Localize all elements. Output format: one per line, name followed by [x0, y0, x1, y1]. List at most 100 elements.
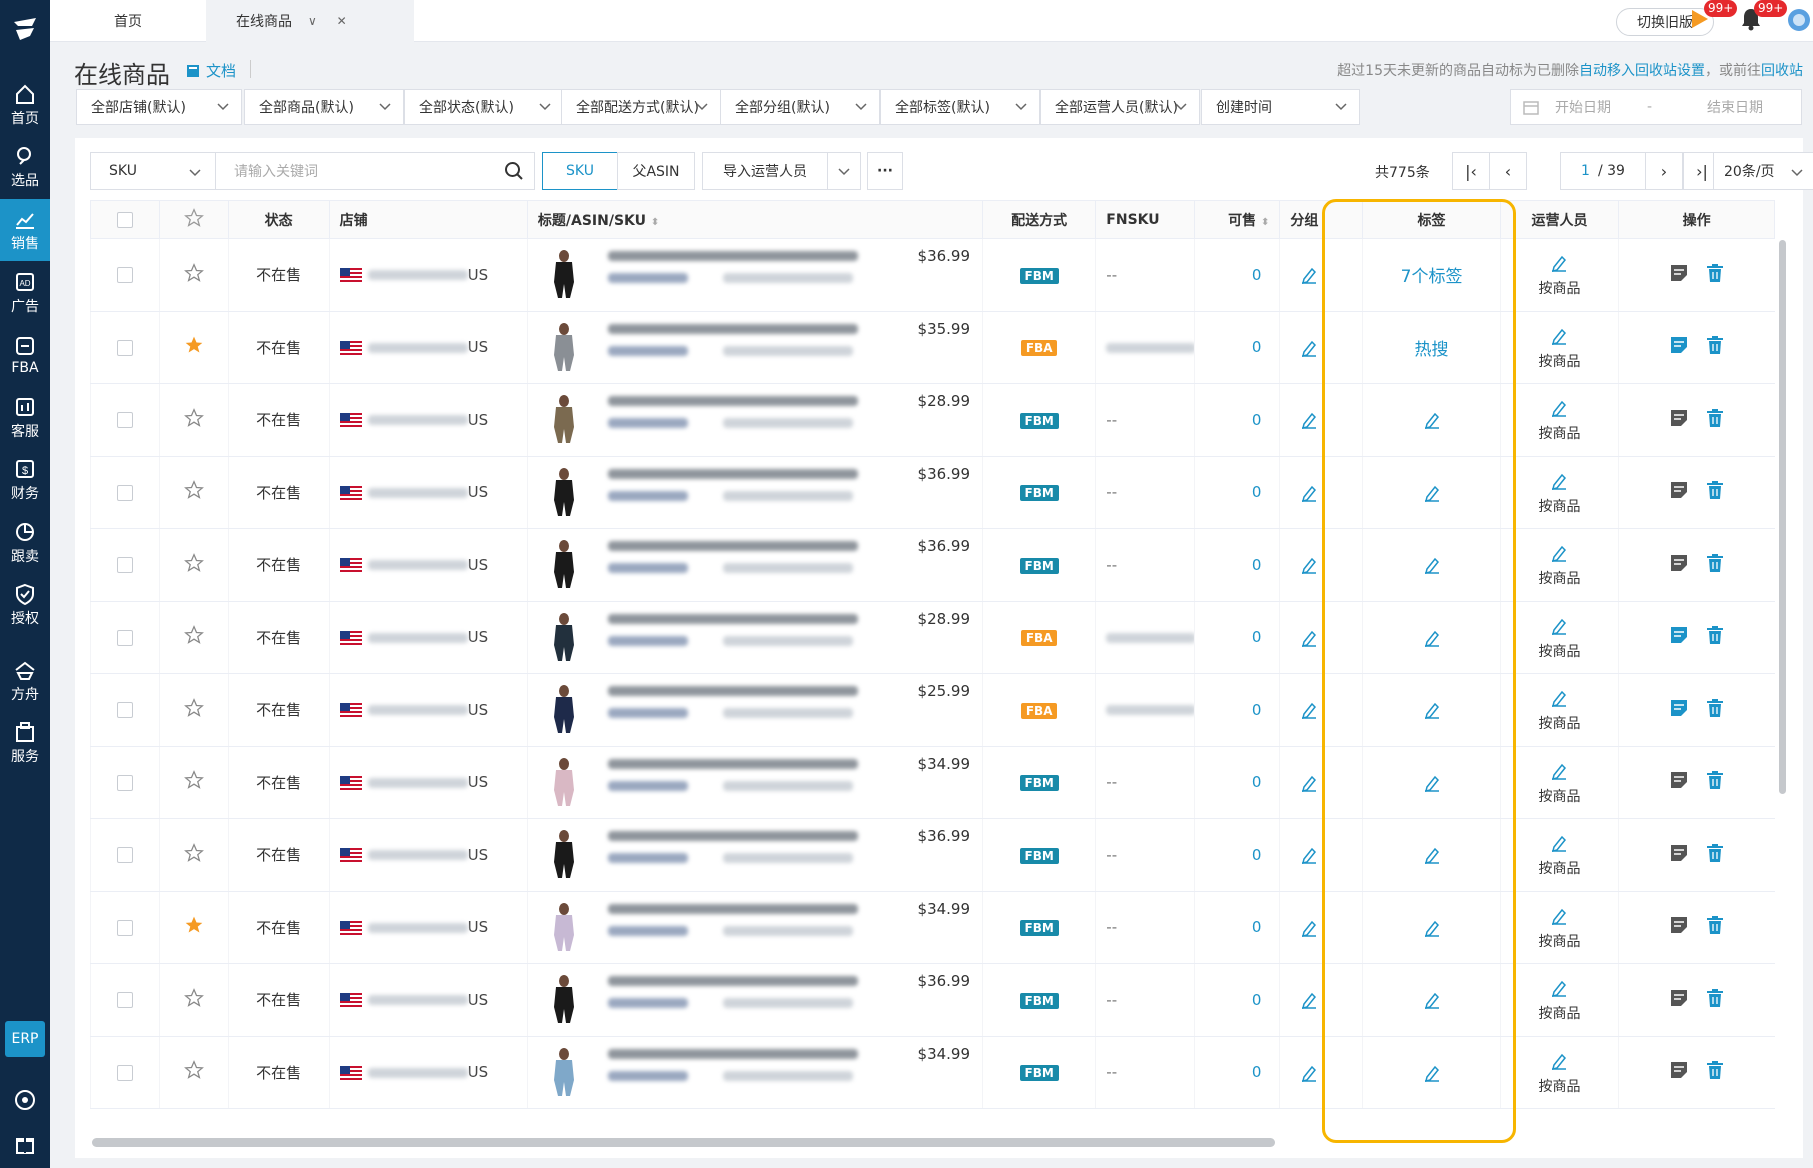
sidebar-item-4[interactable]: FBA	[0, 324, 50, 386]
row-checkbox[interactable]	[116, 992, 133, 1009]
asin-blurred[interactable]	[607, 1070, 688, 1081]
title-cell[interactable]: $25.99	[526, 673, 983, 747]
note-icon[interactable]	[1669, 408, 1689, 428]
product-thumbnail[interactable]	[545, 610, 582, 663]
table-row[interactable]: 不在售 US $35.99 FBA 0 热搜 按商品	[90, 311, 1775, 384]
row-checkbox[interactable]	[116, 774, 133, 791]
table-row[interactable]: 不在售 US $36.99 FBM -- 0 7个标签 按商品	[90, 238, 1775, 312]
title-cell[interactable]: $36.99	[526, 456, 983, 529]
select-cell[interactable]	[90, 963, 160, 1037]
edit-operator-icon[interactable]	[1550, 689, 1568, 708]
filter-select-1[interactable]: 全部商品(默认)	[244, 89, 404, 125]
asin-blurred[interactable]	[607, 490, 688, 501]
tab-controls[interactable]: ∨ ✕	[308, 14, 355, 28]
filter-select-2[interactable]: 全部状态(默认)	[404, 89, 564, 125]
edit-operator-icon[interactable]	[1550, 1052, 1568, 1070]
edit-operator-icon[interactable]	[1550, 979, 1568, 998]
available-value[interactable]: 0	[1252, 918, 1262, 936]
keyword-search-input[interactable]: 请输入关键词	[215, 152, 535, 190]
note-icon[interactable]	[1669, 843, 1689, 863]
current-page[interactable]: 1	[1581, 163, 1590, 179]
star-outline-icon[interactable]	[183, 770, 204, 790]
row-checkbox[interactable]	[116, 702, 133, 719]
product-thumbnail[interactable]	[545, 320, 582, 373]
row-checkbox[interactable]	[116, 412, 133, 429]
page-size-select[interactable]: 20条/页	[1713, 152, 1813, 190]
tag-cell[interactable]	[1362, 1036, 1501, 1109]
filter-select-3[interactable]: 全部配送方式(默认)	[561, 89, 721, 125]
sidebar-item-5[interactable]: 客服	[0, 387, 50, 449]
delete-icon[interactable]	[1705, 770, 1725, 790]
title-header[interactable]: 标题/ASIN/SKU ⬍	[526, 200, 984, 239]
note-icon[interactable]	[1669, 335, 1689, 355]
sort-icon[interactable]: ⬍	[1261, 217, 1269, 228]
star-filled-icon[interactable]	[184, 915, 204, 935]
star-cell[interactable]	[158, 528, 229, 602]
operator-cell[interactable]: 按商品	[1499, 238, 1619, 312]
select-cell[interactable]	[90, 383, 160, 457]
import-operator-button[interactable]: 导入运营人员	[702, 152, 828, 190]
row-checkbox[interactable]	[116, 557, 133, 574]
star-cell[interactable]	[158, 963, 229, 1037]
edit-operator-icon[interactable]	[1550, 472, 1568, 490]
operator-cell[interactable]: 按商品	[1499, 383, 1619, 457]
star-cell[interactable]	[158, 891, 229, 964]
available-value[interactable]: 0	[1252, 846, 1262, 864]
group-cell[interactable]	[1279, 383, 1363, 457]
sku-mode-button[interactable]: SKU	[542, 152, 618, 190]
sidebar-item-10[interactable]: 服务	[0, 712, 50, 774]
edit-operator-icon[interactable]	[1550, 544, 1568, 563]
edit-tag-icon[interactable]	[1423, 701, 1441, 720]
page-indicator[interactable]: 1 / 39	[1560, 152, 1646, 190]
note-icon[interactable]	[1669, 553, 1689, 573]
filter-select-7[interactable]: 创建时间	[1201, 89, 1360, 125]
star-outline-icon[interactable]	[183, 262, 204, 283]
import-dropdown-button[interactable]	[827, 152, 861, 190]
sidebar-item-1[interactable]: 选品	[0, 136, 50, 198]
table-row[interactable]: 不在售 US $28.99 FBM -- 0 按商品	[90, 383, 1775, 457]
tag-cell[interactable]	[1362, 383, 1501, 457]
tag-cell[interactable]: 热搜	[1362, 311, 1501, 384]
star-cell[interactable]	[158, 1036, 229, 1109]
edit-group-icon[interactable]	[1300, 484, 1318, 502]
product-thumbnail[interactable]	[545, 538, 582, 590]
edit-group-icon[interactable]	[1300, 774, 1318, 792]
available-header[interactable]: 可售 ⬍	[1194, 200, 1281, 239]
row-checkbox[interactable]	[116, 339, 133, 356]
sidebar-item-2[interactable]: 销售	[0, 199, 50, 261]
edit-group-icon[interactable]	[1300, 411, 1318, 430]
select-cell[interactable]	[90, 673, 160, 747]
group-cell[interactable]	[1279, 963, 1363, 1037]
tag-cell[interactable]	[1362, 963, 1501, 1037]
operator-cell[interactable]: 按商品	[1499, 456, 1619, 529]
edit-operator-icon[interactable]	[1550, 617, 1568, 635]
note-icon[interactable]	[1669, 1060, 1689, 1080]
recycle-settings-link[interactable]: 自动移入回收站设置	[1579, 63, 1705, 79]
title-cell[interactable]: $36.99	[526, 528, 983, 602]
operator-cell[interactable]: 按商品	[1499, 528, 1619, 602]
product-thumbnail[interactable]	[545, 1045, 582, 1098]
available-value[interactable]: 0	[1252, 266, 1262, 284]
star-cell[interactable]	[158, 746, 229, 819]
delete-icon[interactable]	[1705, 988, 1725, 1008]
edit-tag-icon[interactable]	[1423, 484, 1441, 502]
edit-operator-icon[interactable]	[1550, 907, 1568, 925]
asin-blurred[interactable]	[607, 273, 688, 283]
operator-cell[interactable]: 按商品	[1499, 891, 1619, 964]
delete-icon[interactable]	[1705, 698, 1725, 718]
star-outline-icon[interactable]	[183, 987, 204, 1008]
edit-group-icon[interactable]	[1300, 1064, 1318, 1082]
app-logo[interactable]	[0, 0, 50, 58]
available-value[interactable]: 0	[1252, 338, 1262, 356]
select-cell[interactable]	[90, 1036, 160, 1109]
edit-tag-icon[interactable]	[1423, 774, 1441, 792]
row-checkbox[interactable]	[116, 1064, 133, 1081]
edit-group-icon[interactable]	[1300, 919, 1318, 937]
table-row[interactable]: 不在售 US $36.99 FBM -- 0 按商品	[90, 456, 1775, 529]
group-cell[interactable]	[1279, 238, 1363, 312]
star-outline-icon[interactable]	[183, 407, 204, 428]
select-cell[interactable]	[90, 746, 160, 819]
table-row[interactable]: 不在售 US $36.99 FBM -- 0 按商品	[90, 963, 1775, 1037]
star-filled-icon[interactable]	[184, 335, 204, 355]
tag-cell[interactable]: 7个标签	[1362, 238, 1501, 312]
